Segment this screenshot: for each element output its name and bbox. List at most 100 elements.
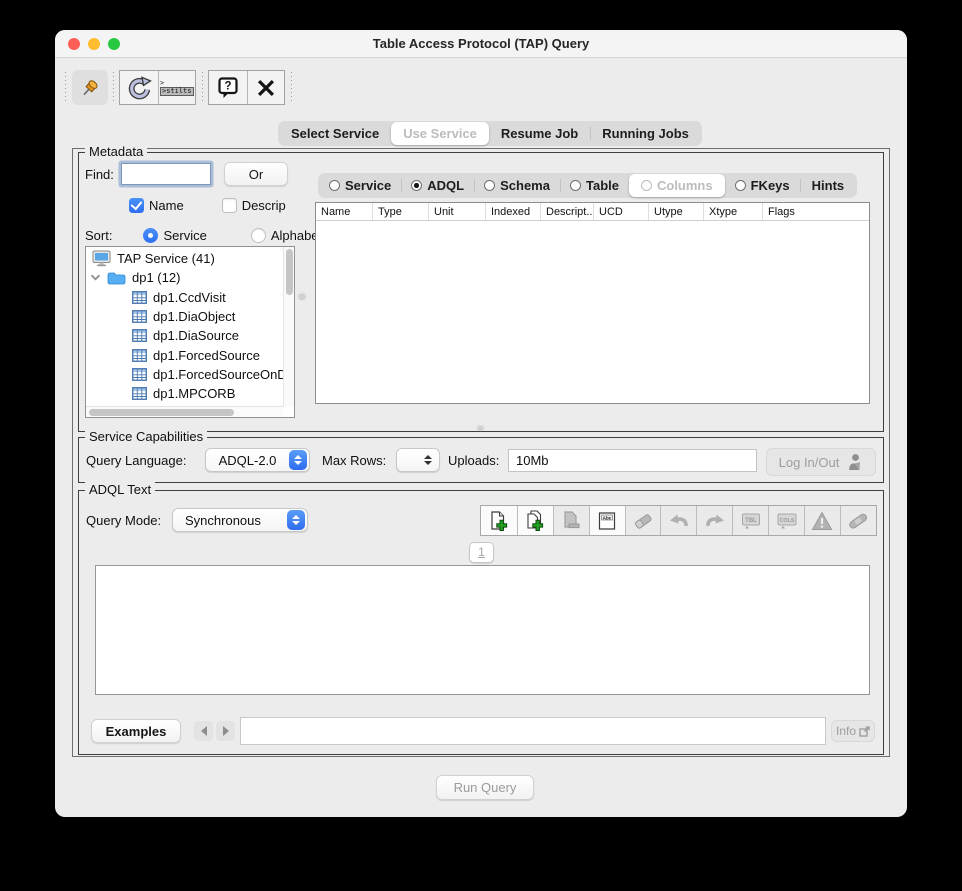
close-dialog-button[interactable] [246,71,285,104]
remove-tab-button[interactable] [552,506,589,535]
column-header[interactable]: Flags [763,203,821,220]
service-tree: TAP Service (41) dp1 (12) dp1.CcdVisit d… [85,246,295,418]
table-icon [132,348,147,362]
sort-label: Sort: [85,227,113,243]
column-header[interactable]: Xtype [704,203,763,220]
tab-use-service[interactable]: Use Service [391,122,489,145]
detail-tab-columns[interactable]: Columns [628,174,725,197]
query-mode-label: Query Mode: [86,513,162,528]
or-button[interactable]: Or [224,162,288,186]
split-divider-handle[interactable] [477,424,484,431]
split-divider-handle[interactable] [298,292,306,300]
example-info-button[interactable]: Info [831,720,875,742]
column-header[interactable]: UCD [594,203,649,220]
columns-metadata-table: Name Type Unit Indexed Descript... UCD U… [315,202,870,404]
max-rows-select[interactable] [396,448,440,472]
clear-text-button[interactable] [624,506,661,535]
service-radio[interactable] [329,180,340,191]
undo-button[interactable] [660,506,697,535]
previous-example-button[interactable] [194,721,213,741]
tree-item-tap-service[interactable]: TAP Service (41) [86,249,283,268]
help-button[interactable]: ? [209,71,247,104]
reload-button[interactable] [120,71,158,104]
examples-button[interactable]: Examples [91,719,181,743]
tree-item-table[interactable]: dp1.CcdVisit [86,288,283,307]
main-toolbar: > >stilts ? [55,70,907,106]
descrip-checkbox-label: Descrip [241,197,286,213]
stepper-icon [289,450,307,470]
window-title: Table Access Protocol (TAP) Query [372,36,590,51]
insert-columns-button[interactable]: COLS [768,506,805,535]
column-header[interactable]: Unit [429,203,486,220]
stilts-button[interactable]: > >stilts [157,71,196,104]
adql-query-textarea[interactable] [95,565,870,695]
copy-tab-icon [527,509,544,531]
query-sheet-tab[interactable]: 1 [469,542,494,563]
detail-tab-adql[interactable]: ADQL [401,174,474,197]
tab-running-jobs[interactable]: Running Jobs [590,122,701,145]
redo-icon [705,514,724,526]
svg-text:TBL: TBL [745,518,757,524]
uploads-field[interactable] [508,449,757,472]
tab-resume-job[interactable]: Resume Job [489,122,590,145]
pushpin-icon [78,76,102,100]
next-example-button[interactable] [216,721,235,741]
expand-chevron-icon[interactable] [90,274,101,281]
adql-radio[interactable] [411,180,423,191]
query-language-select[interactable]: ADQL-2.0 [205,448,310,472]
detail-tab-service[interactable]: Service [319,174,401,197]
column-header[interactable]: Type [373,203,429,220]
detail-tab-fkeys[interactable]: FKeys [725,174,800,197]
tree-item-table[interactable]: dp1.DiaObject [86,307,283,326]
table-icon [132,329,147,343]
fkeys-radio[interactable] [734,180,746,191]
tree-vertical-scrollbar[interactable] [283,247,294,407]
name-checkbox[interactable] [129,197,144,213]
find-input[interactable] [120,163,211,185]
external-link-icon [859,725,870,737]
fix-errors-button[interactable] [839,506,876,535]
person-icon [846,453,863,471]
title-bar: Table Access Protocol (TAP) Query [55,30,907,58]
column-header[interactable]: Name [316,203,373,220]
tree-horizontal-scrollbar[interactable] [86,406,283,417]
service-tab-bar: Select Service Use Service Resume Job Ru… [278,121,702,146]
parse-error-button[interactable] [804,506,840,535]
tree-item-table[interactable]: dp1.ForcedSourceOnD [86,365,287,384]
add-tab-button[interactable] [481,506,517,535]
copy-tab-button[interactable] [516,506,553,535]
column-header[interactable]: Indexed [486,203,541,220]
column-header[interactable]: Descript... [541,203,594,220]
pin-window-button[interactable] [72,70,108,105]
tree-item-table[interactable]: dp1.MPCORB [86,384,283,403]
service-monitor-icon [92,250,111,267]
tab-select-service[interactable]: Select Service [279,122,391,145]
detail-tab-hints[interactable]: Hints [799,174,857,197]
redo-button[interactable] [696,506,733,535]
detail-tab-schema[interactable]: Schema [474,174,560,197]
login-button[interactable]: Log In/Out [766,448,876,476]
example-name-field[interactable] [240,717,826,745]
reload-icon [126,75,152,101]
schema-radio[interactable] [484,180,496,191]
sort-service-radio[interactable] [143,227,159,243]
column-header[interactable]: Utype [649,203,704,220]
insert-table-button[interactable]: TBL [732,506,769,535]
run-query-button[interactable]: Run Query [436,775,534,800]
tree-item-table[interactable]: dp1.DiaSource [86,326,283,345]
table-icon [132,290,147,304]
table-icon [132,367,147,381]
tree-item-table[interactable]: dp1.ForcedSource [86,345,283,364]
tree-item-dp1-schema[interactable]: dp1 (12) [86,268,283,287]
remove-tab-icon [564,510,580,528]
rename-tab-icon: Abc [599,511,616,530]
descrip-checkbox[interactable] [221,197,237,213]
query-mode-select[interactable]: Synchronous [172,508,308,532]
toolbar-separator [291,72,292,104]
sort-alphabetic-radio[interactable] [250,227,266,243]
columns-radio[interactable] [640,180,652,191]
rename-tab-button[interactable]: Abc [588,506,625,535]
table-radio[interactable] [569,180,581,191]
find-label: Find: [85,166,114,182]
detail-tab-table[interactable]: Table [559,174,629,197]
